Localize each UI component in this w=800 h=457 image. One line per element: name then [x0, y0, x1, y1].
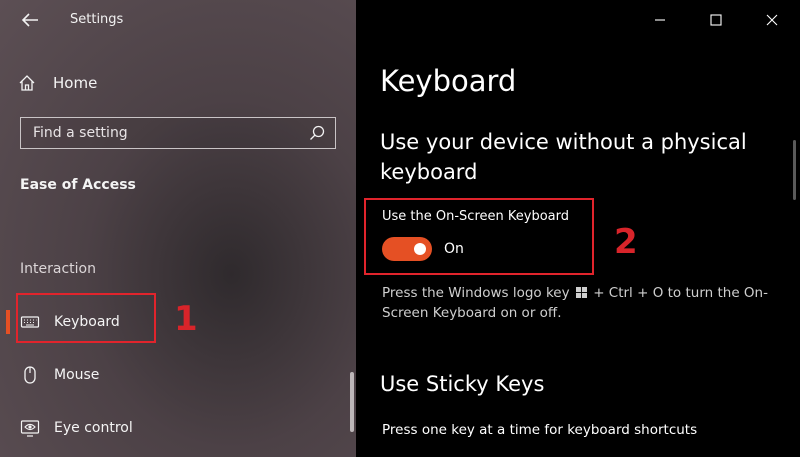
minimize-button[interactable]	[632, 0, 688, 40]
search-icon[interactable]	[307, 123, 327, 143]
highlight-box-keyboard	[16, 293, 156, 343]
mouse-icon	[24, 366, 36, 384]
back-button[interactable]	[18, 8, 42, 32]
back-arrow-icon	[21, 13, 38, 27]
help-text-before: Press the Windows logo key	[382, 285, 570, 301]
sidebar: Settings Home Ease of Access Interaction…	[0, 0, 356, 457]
close-button[interactable]	[744, 0, 800, 40]
sidebar-item-label: Home	[53, 74, 98, 92]
window-controls	[632, 0, 800, 40]
section-heading: Use your device without a physical keybo…	[380, 130, 747, 184]
sidebar-item-home[interactable]: Home	[18, 70, 218, 96]
minimize-icon	[655, 19, 665, 21]
content-scrollbar[interactable]	[793, 140, 796, 200]
maximize-icon	[710, 14, 722, 26]
sidebar-item-mouse[interactable]: Mouse	[0, 357, 356, 393]
sidebar-item-label: Mouse	[54, 367, 100, 383]
home-icon	[19, 75, 35, 91]
search-field[interactable]	[20, 117, 336, 149]
highlight-box-osk	[364, 198, 594, 275]
app-title: Settings	[70, 12, 124, 27]
search-input[interactable]	[21, 124, 307, 142]
annotation-marker-1: 1	[174, 299, 198, 339]
osk-help-text: Press the Windows logo key + Ctrl + O to…	[382, 283, 782, 323]
page-title: Keyboard	[380, 64, 517, 98]
annotation-marker-2: 2	[614, 222, 638, 262]
sticky-keys-description: Press one key at a time for keyboard sho…	[382, 422, 698, 438]
windows-logo-icon	[575, 287, 587, 298]
main-content: Keyboard Use your device without a physi…	[356, 0, 800, 457]
sidebar-scrollbar[interactable]	[350, 372, 354, 432]
group-label: Interaction	[20, 261, 96, 277]
eye-control-icon	[20, 420, 40, 437]
sidebar-item-label: Eye control	[54, 420, 133, 436]
titlebar-left: Settings	[0, 0, 356, 40]
section-title: Ease of Access	[20, 177, 136, 193]
maximize-button[interactable]	[688, 0, 744, 40]
sidebar-item-eye-control[interactable]: Eye control	[0, 410, 356, 446]
close-icon	[766, 14, 778, 26]
sticky-keys-title: Use Sticky Keys	[380, 372, 545, 396]
